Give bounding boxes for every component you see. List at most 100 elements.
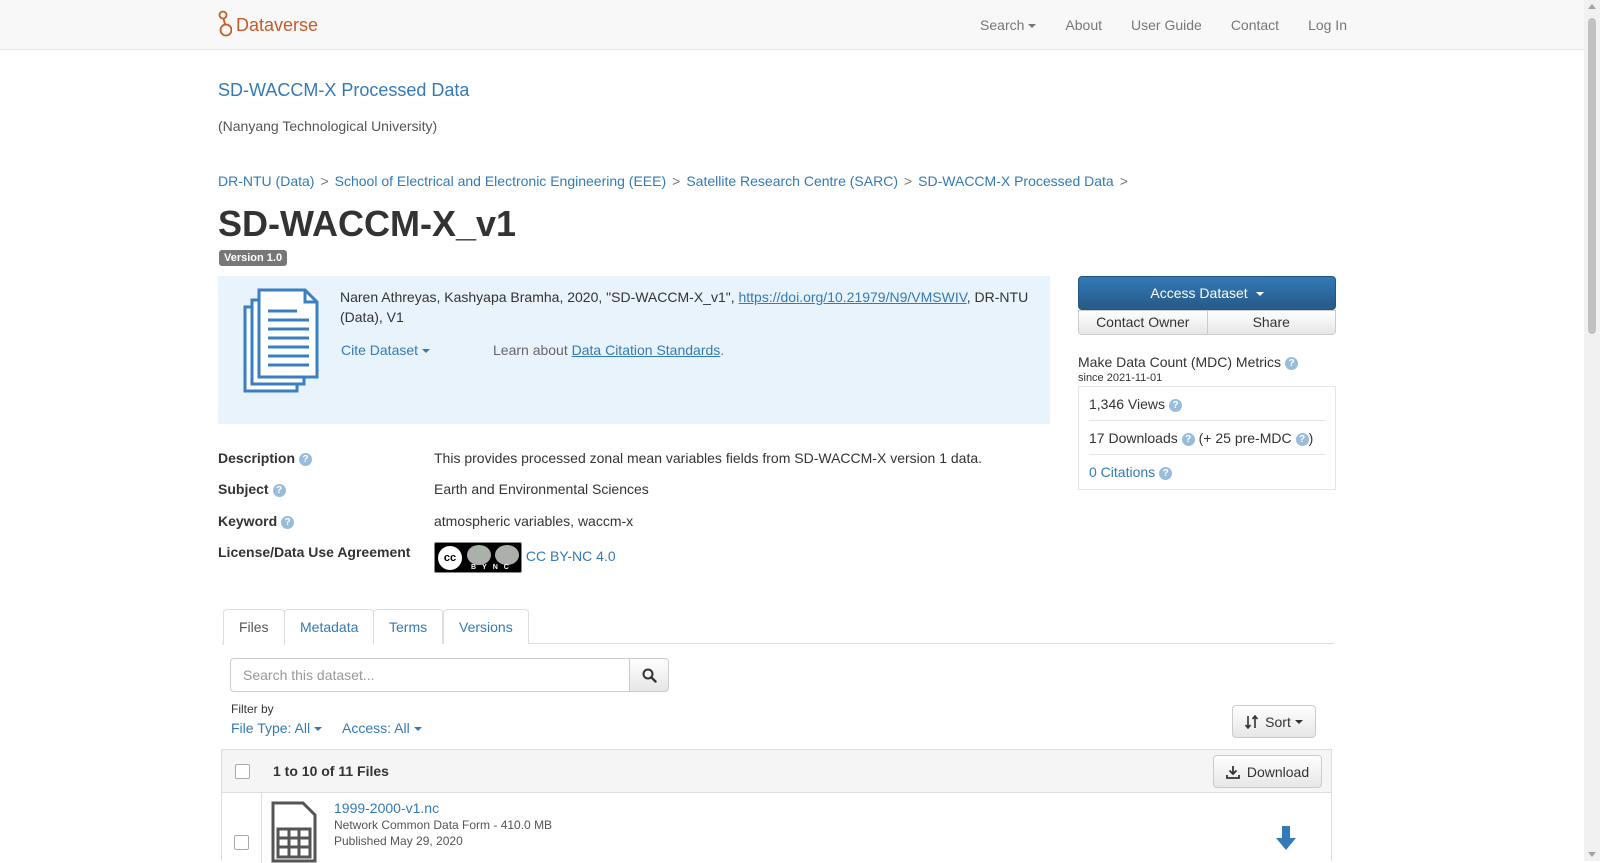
nav-about[interactable]: About — [1065, 17, 1102, 33]
pre-mdc-text: (+ 25 pre-MDC — [1198, 430, 1292, 446]
citation-standards-link[interactable]: Data Citation Standards — [572, 342, 721, 358]
file-search-group — [230, 658, 669, 692]
help-icon[interactable]: ? — [299, 452, 313, 466]
row-checkbox-cell — [222, 793, 262, 863]
breadcrumb-item[interactable]: Satellite Research Centre (SARC) — [686, 173, 898, 189]
row-checkbox[interactable] — [234, 835, 249, 850]
cc-by-nc-badge-icon[interactable]: cc BYNC — [434, 542, 522, 573]
download-button[interactable]: Download — [1213, 755, 1322, 788]
nav-contact[interactable]: Contact — [1231, 17, 1279, 33]
scroll-thumb[interactable] — [1588, 18, 1596, 334]
description-value: This provides processed zonal mean varia… — [434, 450, 983, 466]
description-label-text: Description — [218, 450, 296, 466]
close-paren: ) — [1308, 430, 1314, 446]
contact-owner-button[interactable]: Contact Owner — [1078, 310, 1208, 335]
access-dataset-button[interactable]: Access Dataset — [1078, 276, 1336, 310]
select-all-checkbox[interactable] — [235, 764, 250, 779]
citation-authors: Naren Athreyas, Kashyapa Bramha, 2020, "… — [340, 289, 739, 305]
file-type-filter-label: File Type: All — [231, 720, 311, 736]
keyword-label-text: Keyword — [218, 513, 278, 529]
brand-name: Dataverse — [236, 14, 319, 35]
license-value: cc BYNC CC BY-NC 4.0 — [434, 542, 1054, 573]
citation-text: Naren Athreyas, Kashyapa Bramha, 2020, "… — [340, 287, 1030, 327]
sort-icon — [1245, 714, 1259, 729]
tab-metadata[interactable]: Metadata — [284, 609, 375, 644]
help-icon[interactable]: ? — [1181, 432, 1195, 446]
views-text: 1,346 Views — [1089, 396, 1166, 412]
keyword-label: Keyword? — [218, 513, 428, 529]
file-search-input[interactable] — [230, 658, 630, 692]
help-icon[interactable]: ? — [1169, 398, 1183, 412]
search-icon — [642, 668, 657, 683]
page-scrollbar[interactable] — [1584, 0, 1600, 861]
mdc-since: since 2021-11-01 — [1078, 372, 1163, 384]
nav-login[interactable]: Log In — [1308, 17, 1347, 33]
subject-value: Earth and Environmental Sciences — [434, 481, 649, 497]
brand-link[interactable]: Dataverse — [218, 10, 318, 40]
files-table-header: 1 to 10 of 11 Files Download — [222, 750, 1331, 793]
sort-label: Sort — [1265, 713, 1291, 730]
doi-link[interactable]: https://doi.org/10.21979/N9/VMSWIV — [738, 289, 966, 305]
downloads-text: 17 Downloads — [1089, 430, 1178, 446]
file-search-button[interactable] — [630, 658, 669, 692]
breadcrumb-item[interactable]: DR-NTU (Data) — [218, 173, 314, 189]
nav-user-guide[interactable]: User Guide — [1131, 17, 1202, 33]
file-name-link[interactable]: 1999-2000-v1.nc — [334, 800, 439, 816]
caret-down-icon — [422, 349, 431, 354]
metrics-list: 1,346 Views? 17 Downloads? (+ 25 pre-MDC… — [1078, 386, 1336, 490]
license-link[interactable]: CC BY-NC 4.0 — [526, 548, 616, 564]
files-table: 1 to 10 of 11 Files Download 1999-2000-v… — [221, 749, 1332, 863]
file-type-size: Network Common Data Form - 410.0 MB — [334, 818, 553, 832]
cite-dataset-label: Cite Dataset — [341, 342, 419, 358]
top-navbar: Dataverse Search About User Guide Contac… — [0, 0, 1584, 50]
tab-versions[interactable]: Versions — [443, 609, 529, 644]
help-icon[interactable]: ? — [1285, 356, 1299, 370]
citations-link[interactable]: 0 Citations — [1089, 464, 1155, 480]
caret-down-icon — [1255, 292, 1264, 297]
help-icon[interactable]: ? — [1159, 466, 1173, 480]
tabular-file-icon — [271, 801, 317, 863]
metric-views: 1,346 Views? — [1089, 387, 1325, 421]
breadcrumb-separator: > — [320, 173, 329, 189]
description-label: Description? — [218, 450, 428, 466]
file-published: Published May 29, 2020 — [334, 834, 463, 848]
breadcrumb-item[interactable]: SD-WACCM-X Processed Data — [918, 173, 1114, 189]
share-button[interactable]: Share — [1207, 310, 1336, 335]
help-icon[interactable]: ? — [281, 515, 295, 529]
dataverse-title-link[interactable]: SD-WACCM-X Processed Data — [218, 80, 469, 101]
access-dataset-label: Access Dataset — [1150, 285, 1248, 301]
download-label: Download — [1246, 763, 1310, 780]
caret-down-icon — [1028, 24, 1037, 29]
breadcrumb-separator: > — [903, 173, 913, 189]
dataverse-affiliation: (Nanyang Technological University) — [218, 118, 438, 134]
cite-dataset-dropdown[interactable]: Cite Dataset — [341, 342, 431, 358]
breadcrumb-separator: > — [1119, 173, 1128, 189]
subject-label: Subject? — [218, 481, 428, 497]
help-icon[interactable]: ? — [1295, 432, 1309, 446]
learn-about-text: Learn about Data Citation Standards. — [493, 342, 724, 358]
help-icon[interactable]: ? — [272, 483, 286, 497]
mdc-title-text: Make Data Count (MDC) Metrics — [1078, 354, 1282, 370]
contact-share-group: Contact Owner Share — [1078, 310, 1336, 335]
tab-terms[interactable]: Terms — [373, 609, 444, 644]
breadcrumb-item[interactable]: School of Electrical and Electronic Engi… — [335, 173, 667, 189]
scroll-down-arrow-icon[interactable] — [1588, 852, 1596, 857]
download-icon — [1225, 765, 1240, 779]
nav-links: Search About User Guide Contact Log In — [951, 0, 1347, 50]
tab-files[interactable]: Files — [223, 609, 285, 645]
sort-button[interactable]: Sort — [1232, 705, 1316, 738]
scroll-up-arrow-icon[interactable] — [1588, 4, 1596, 9]
caret-down-icon — [1294, 719, 1303, 724]
access-filter-label: Access: All — [342, 720, 410, 736]
download-arrow-icon[interactable] — [1276, 826, 1296, 852]
access-filter[interactable]: Access: All — [342, 720, 422, 736]
version-badge: Version 1.0 — [219, 250, 288, 266]
dataset-title: SD-WACCM-X_v1 — [218, 203, 517, 244]
file-type-filter[interactable]: File Type: All — [231, 720, 323, 736]
table-row: 1999-2000-v1.nc Network Common Data Form… — [222, 793, 1331, 863]
keyword-value: atmospheric variables, waccm-x — [434, 513, 634, 529]
learn-about-label: Learn about — [493, 342, 572, 358]
filter-by-label: Filter by — [231, 702, 274, 716]
nav-search-dropdown[interactable]: Search — [980, 17, 1037, 33]
nav-search-label: Search — [980, 17, 1025, 33]
